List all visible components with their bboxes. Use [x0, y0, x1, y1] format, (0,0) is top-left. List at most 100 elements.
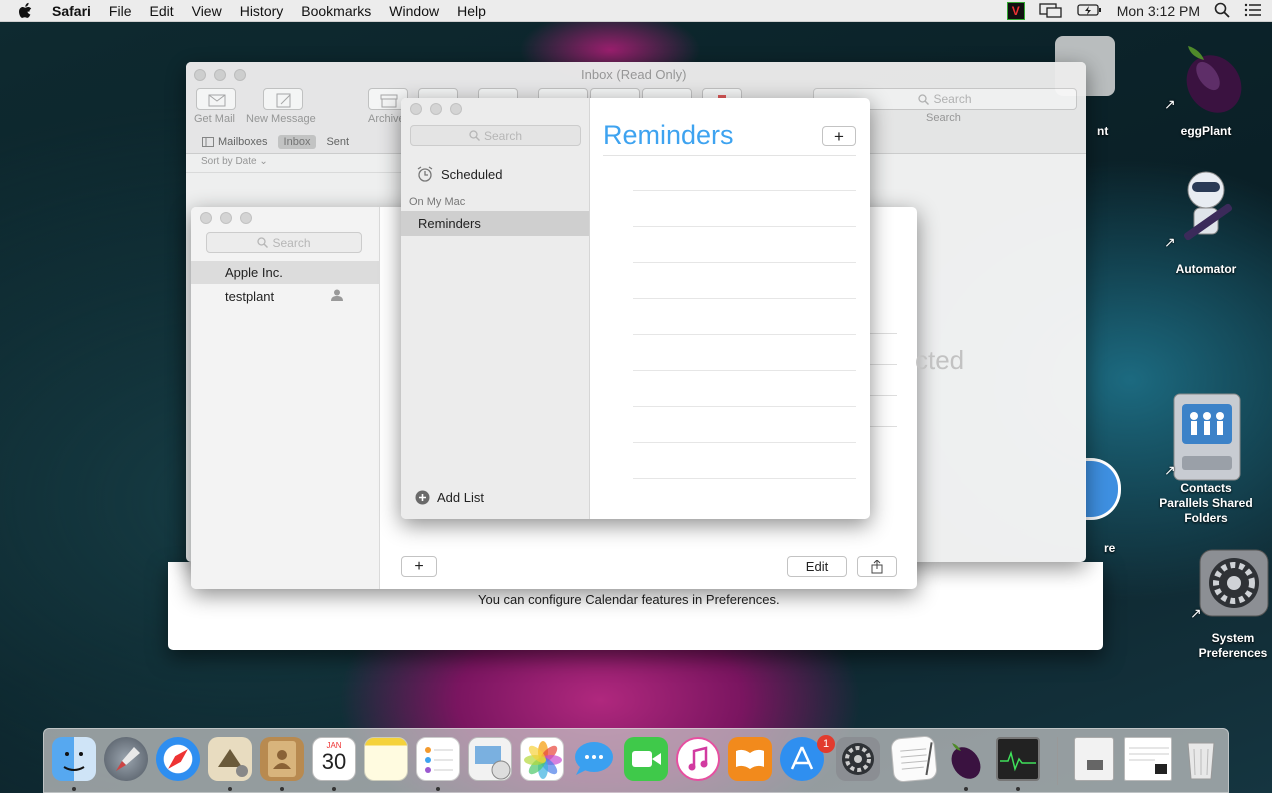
- apple-menu-icon[interactable]: [18, 2, 36, 20]
- spotlight-icon[interactable]: [1214, 2, 1230, 21]
- eggplant-desktop-icon[interactable]: [1170, 36, 1250, 121]
- trash-icon[interactable]: [1182, 737, 1220, 781]
- finder-icon[interactable]: [52, 737, 96, 781]
- sent-button[interactable]: Sent: [326, 136, 349, 148]
- battery-icon[interactable]: [1077, 3, 1103, 20]
- reminders-list-label: Reminders: [418, 216, 481, 231]
- inbox-button[interactable]: Inbox: [277, 135, 317, 149]
- alarm-clock-icon: [417, 166, 433, 182]
- ibooks-app-icon[interactable]: [728, 737, 772, 781]
- archive-label: Archive: [368, 113, 405, 125]
- contacts-search-placeholder: Search: [272, 235, 311, 250]
- close-button: [410, 103, 422, 115]
- contacts-search-field[interactable]: Search: [206, 232, 362, 253]
- facetime-app-icon[interactable]: [624, 737, 668, 781]
- new-message-label: New Message: [246, 113, 316, 125]
- add-contact-button[interactable]: +: [401, 556, 437, 577]
- minimize-button: [214, 69, 226, 81]
- safari-icon[interactable]: [156, 737, 200, 781]
- display-mirror-icon[interactable]: [1039, 2, 1063, 21]
- app-menu[interactable]: Safari: [52, 3, 91, 19]
- menu-file[interactable]: File: [109, 3, 132, 19]
- photos-app-icon[interactable]: [520, 737, 564, 781]
- minimize-button: [220, 212, 232, 224]
- contact-row-apple[interactable]: Apple Inc.: [191, 261, 380, 284]
- running-indicator: [228, 787, 232, 791]
- close-button: [194, 69, 206, 81]
- search-icon: [918, 93, 930, 105]
- reminders-list-item[interactable]: Reminders: [401, 211, 589, 236]
- contact-row-testplant[interactable]: testplant: [191, 285, 380, 308]
- downloads-stack-icon[interactable]: [1074, 737, 1114, 781]
- desktop-partial-blue-icon[interactable]: [1085, 458, 1121, 520]
- sort-by-date[interactable]: Sort by Date ⌄: [201, 156, 268, 167]
- running-indicator: [280, 787, 284, 791]
- eggplant-label: eggPlant: [1180, 124, 1232, 138]
- mailboxes-button[interactable]: Mailboxes: [202, 136, 268, 148]
- photo-booth-icon[interactable]: [468, 737, 512, 781]
- reminders-search-placeholder: Search: [483, 128, 523, 143]
- me-card-icon: [331, 289, 343, 301]
- reminders-search-field[interactable]: Search: [410, 125, 581, 146]
- mail-window-controls[interactable]: [194, 69, 246, 81]
- menu-bookmarks[interactable]: Bookmarks: [301, 3, 371, 19]
- eggplant-dock-icon[interactable]: [942, 737, 986, 781]
- menu-history[interactable]: History: [240, 3, 284, 19]
- get-mail-button[interactable]: [196, 88, 236, 110]
- notification-center-icon[interactable]: [1244, 3, 1262, 20]
- parallels-shared-folders-icon[interactable]: [1172, 392, 1242, 484]
- running-indicator: [964, 787, 968, 791]
- notes-app-icon[interactable]: [364, 737, 408, 781]
- mail-search-placeholder: Search: [933, 92, 972, 106]
- dock: JAN 30 1: [43, 728, 1229, 793]
- reminders-sidebar: [401, 98, 590, 519]
- menu-help[interactable]: Help: [457, 3, 486, 19]
- reminders-window[interactable]: Search Scheduled On My Mac Reminders Add…: [401, 98, 870, 519]
- documents-stack-icon[interactable]: [1124, 737, 1172, 781]
- contacts-window-controls[interactable]: [200, 212, 252, 224]
- add-list-label: Add List: [437, 490, 484, 505]
- menu-edit[interactable]: Edit: [149, 3, 173, 19]
- calendar-footer-text: You can configure Calendar features in P…: [478, 592, 780, 607]
- running-indicator: [332, 787, 336, 791]
- launchpad-icon[interactable]: [104, 737, 148, 781]
- system-preferences-label: System Preferences: [1198, 631, 1268, 660]
- reminder-lines: [590, 98, 870, 519]
- plus-icon: +: [414, 557, 424, 575]
- app-store-badge: 1: [817, 735, 835, 753]
- menu-view[interactable]: View: [192, 3, 222, 19]
- edit-button[interactable]: Edit: [787, 556, 847, 577]
- reminders-app-icon[interactable]: [416, 737, 460, 781]
- calendar-app-icon[interactable]: JAN 30: [312, 737, 356, 781]
- system-preferences-desktop-icon[interactable]: [1198, 548, 1270, 618]
- reminders-window-controls[interactable]: [410, 103, 462, 115]
- add-list-button[interactable]: Add List: [415, 490, 484, 505]
- system-preferences-dock-icon[interactable]: [836, 737, 880, 781]
- desktop-partial-label-1: nt: [1097, 124, 1109, 138]
- share-button[interactable]: [857, 556, 897, 577]
- on-my-mac-header: On My Mac: [409, 196, 466, 208]
- status-area: V Mon 3:12 PM: [993, 0, 1262, 22]
- scheduled-label: Scheduled: [441, 166, 503, 182]
- no-card-selected-text: cted: [915, 345, 965, 375]
- calendar-day: 30: [321, 749, 347, 774]
- contacts-app-icon[interactable]: [260, 737, 304, 781]
- new-message-button[interactable]: [263, 88, 303, 110]
- automator-label: Automator: [1175, 262, 1237, 276]
- menu-window[interactable]: Window: [389, 3, 439, 19]
- clock[interactable]: Mon 3:12 PM: [1117, 3, 1200, 19]
- mail-search-label: Search: [926, 112, 961, 124]
- zoom-button: [450, 103, 462, 115]
- activity-monitor-icon[interactable]: [996, 737, 1040, 781]
- scheduled-list[interactable]: Scheduled: [417, 166, 502, 182]
- get-mail-label: Get Mail: [194, 113, 235, 125]
- automator-desktop-icon[interactable]: [1172, 168, 1242, 253]
- running-indicator: [72, 787, 76, 791]
- vnc-icon[interactable]: V: [1006, 2, 1025, 20]
- itunes-app-icon[interactable]: [676, 737, 720, 781]
- mail-app-icon[interactable]: [208, 737, 252, 781]
- search-icon: [469, 130, 480, 141]
- messages-app-icon[interactable]: [572, 737, 616, 781]
- parallels-shared-folders-label: Contacts Parallels Shared Folders: [1159, 481, 1253, 525]
- textedit-app-icon[interactable]: [890, 735, 938, 783]
